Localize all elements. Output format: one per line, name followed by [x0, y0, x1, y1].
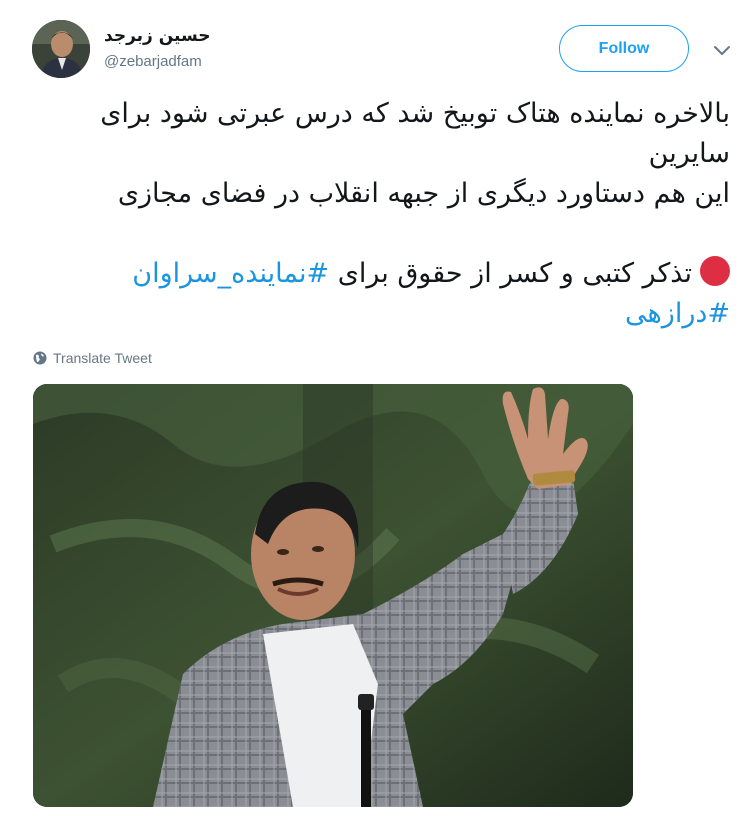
hashtag-link[interactable]: #نماینده_سراوان	[132, 258, 329, 289]
avatar[interactable]	[32, 20, 90, 78]
tweet-line-hashtags: تذکر کتبی و کسر از حقوق برای #نماینده_سر…	[30, 254, 730, 294]
translate-tweet-link[interactable]: Translate Tweet	[33, 350, 152, 366]
red-circle-emoji	[700, 256, 730, 286]
tweet-line-text: تذکر کتبی و کسر از حقوق برای	[329, 258, 692, 289]
user-display-name[interactable]: حسین زبرجد	[104, 26, 211, 46]
tweet-line: این هم دستاورد دیگری از جبهه انقلاب در ف…	[117, 178, 730, 209]
tweet-text: بالاخره نماینده هتاک توبیخ شد که درس عبر…	[30, 94, 730, 334]
chevron-down-icon[interactable]	[710, 38, 734, 62]
tweet-line: #درازهی	[30, 294, 730, 334]
follow-button[interactable]: Follow	[559, 25, 689, 72]
globe-icon	[33, 351, 47, 365]
tweet-line: بالاخره نماینده هتاک توبیخ شد که درس عبر…	[100, 98, 730, 129]
tweet-line: سایرین	[648, 138, 730, 169]
tweet-header: حسین زبرجد @zebarjadfam Follow	[0, 0, 754, 90]
translate-label: Translate Tweet	[53, 350, 152, 366]
user-handle[interactable]: @zebarjadfam	[104, 53, 202, 70]
hashtag-link[interactable]: #درازهی	[625, 298, 730, 329]
tweet-photo[interactable]	[33, 384, 633, 807]
